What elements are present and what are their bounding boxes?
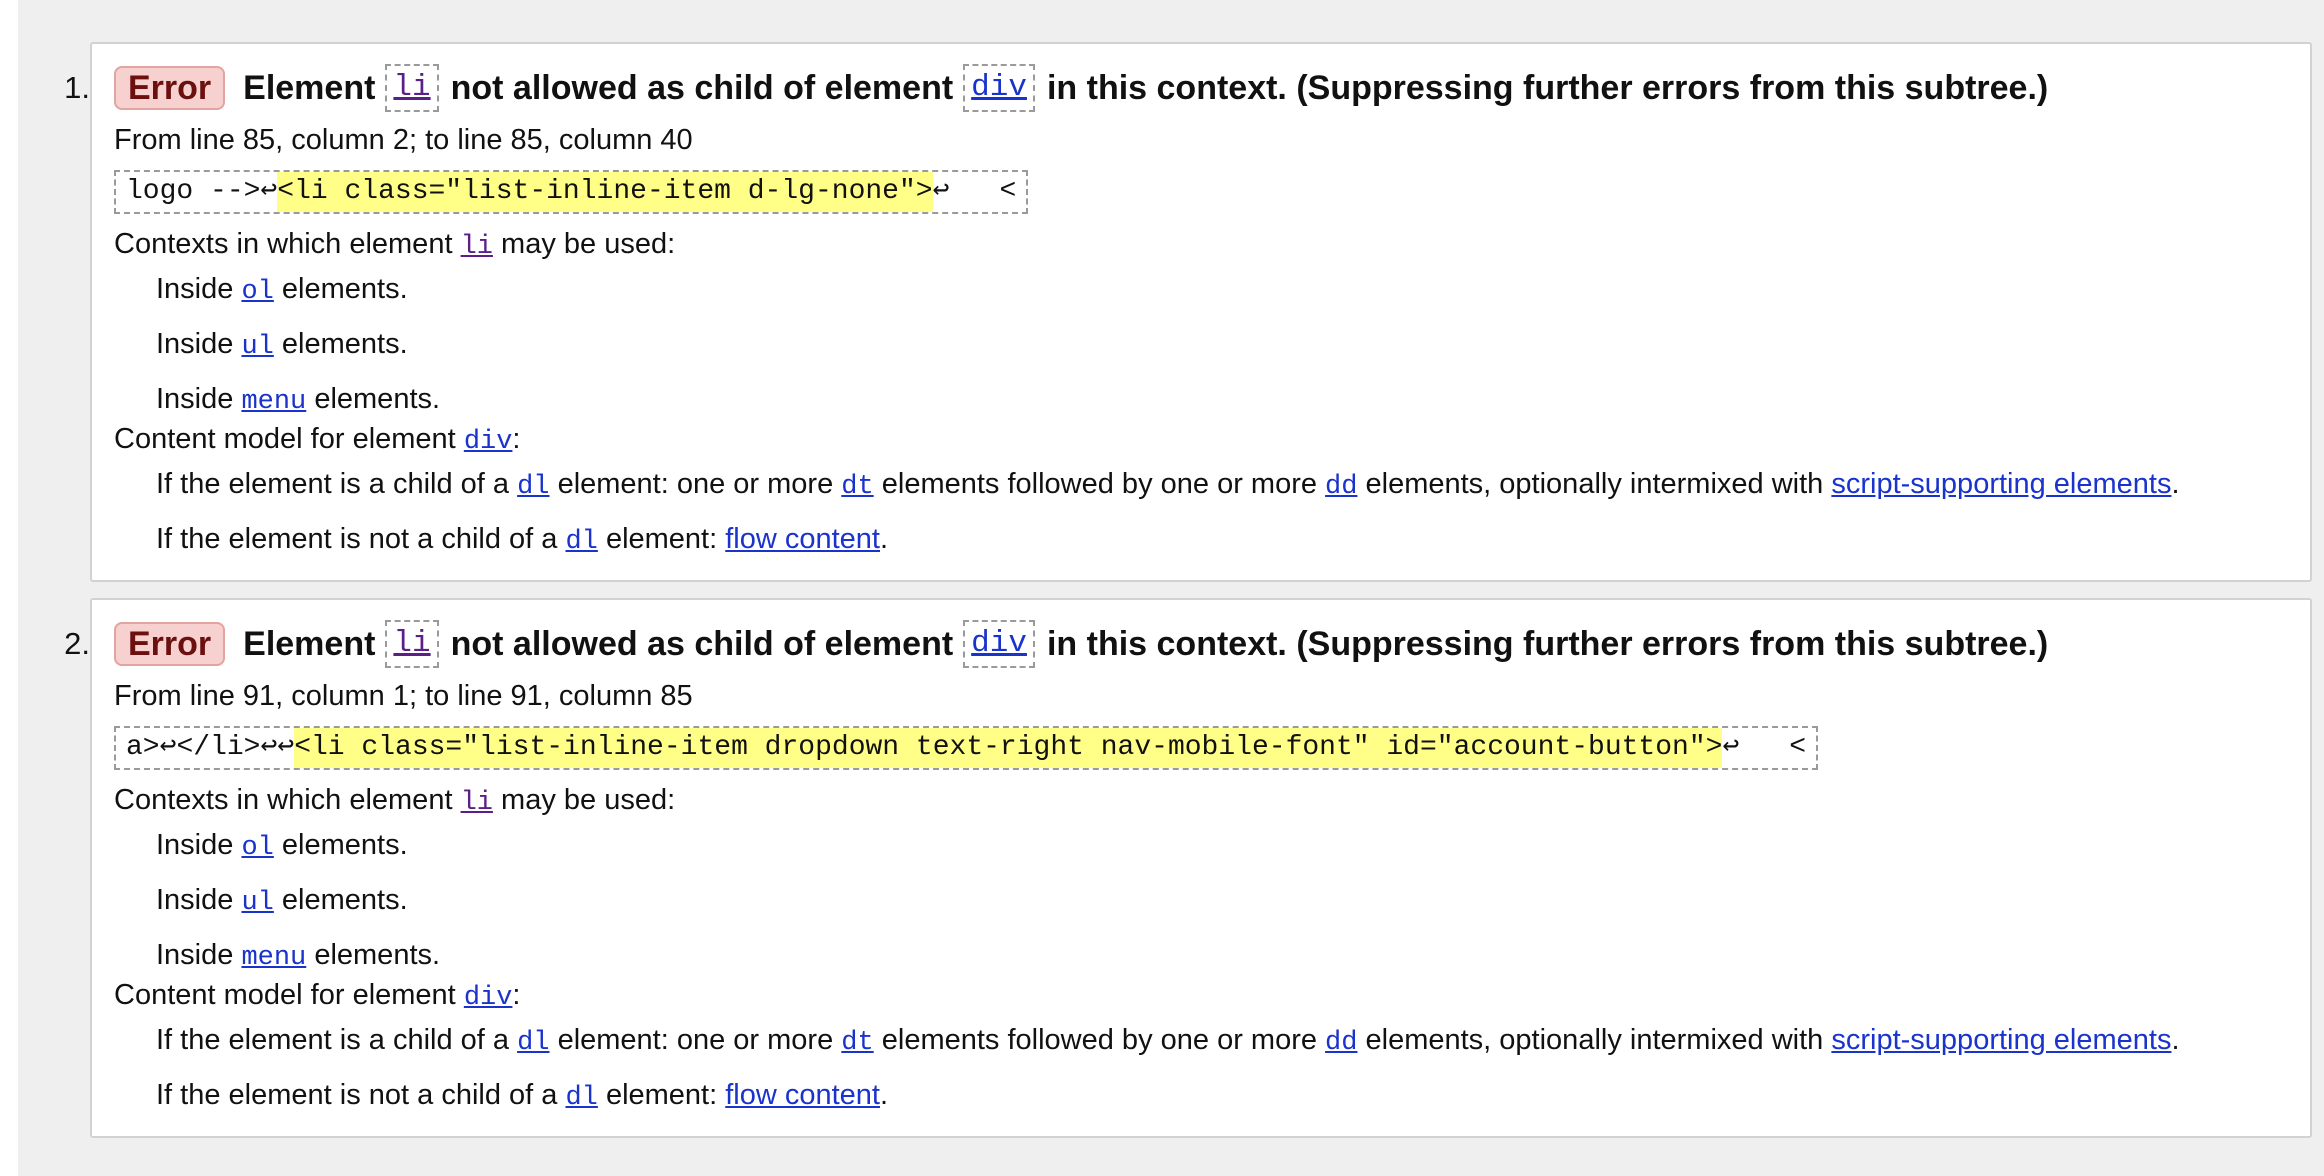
dl-element-link[interactable]: dl	[517, 472, 549, 502]
dl-element-link[interactable]: dl	[565, 1083, 597, 1113]
source-location: From line 85, column 2; to line 85, colu…	[114, 124, 693, 156]
heading-text: not allowed as child of element	[450, 625, 954, 663]
extract-after: ↩	[932, 176, 950, 207]
message-number: 1.	[64, 70, 90, 105]
validator-results: 1. Error Element li not allowed as child…	[18, 0, 2324, 1176]
script-supporting-elements-link[interactable]: script-supporting elements	[1831, 1024, 2171, 1056]
div-element-link[interactable]: div	[464, 983, 513, 1013]
parent-element-link[interactable]: div	[971, 70, 1027, 105]
context-item: Inside ol elements.	[156, 829, 408, 863]
extract-after: ↩	[1722, 732, 1740, 763]
flow-content-link[interactable]: flow content	[725, 523, 880, 555]
ol-element-link[interactable]: ol	[241, 833, 273, 863]
parent-element-code: div	[963, 620, 1035, 668]
parent-element-link[interactable]: div	[971, 626, 1027, 661]
child-element-link[interactable]: li	[393, 70, 430, 105]
dt-element-link[interactable]: dt	[841, 1028, 873, 1058]
context-item: Inside ul elements.	[156, 884, 408, 918]
ul-element-link[interactable]: ul	[241, 332, 273, 362]
menu-element-link[interactable]: menu	[241, 943, 306, 973]
message-number: 2.	[64, 626, 90, 661]
error-badge: Error	[114, 66, 226, 110]
content-model-heading: Content model for element div:	[114, 979, 521, 1013]
heading-text: in this context. (Suppressing further er…	[1046, 625, 2049, 663]
menu-element-link[interactable]: menu	[241, 387, 306, 417]
error-badge: Error	[114, 622, 226, 666]
flow-content-link[interactable]: flow content	[725, 1079, 880, 1111]
message-heading: Error Element li not allowed as child of…	[114, 620, 2058, 668]
extract-tail: <	[999, 176, 1017, 207]
div-element-link[interactable]: div	[464, 427, 513, 457]
extract-highlight: <li class="list-inline-item d-lg-none">	[277, 172, 933, 212]
context-item: Inside ol elements.	[156, 273, 408, 307]
script-supporting-elements-link[interactable]: script-supporting elements	[1831, 468, 2171, 500]
extract-highlight: <li class="list-inline-item dropdown tex…	[294, 728, 1723, 768]
extract-before: logo -->↩	[126, 176, 278, 207]
dd-element-link[interactable]: dd	[1325, 472, 1357, 502]
context-item: Inside menu elements.	[156, 383, 441, 417]
dd-element-link[interactable]: dd	[1325, 1028, 1357, 1058]
source-extract: logo -->↩ <li class="list-inline-item d-…	[114, 170, 1029, 214]
extract-before: a>↩</li>↩↩	[126, 732, 295, 763]
dl-element-link[interactable]: dl	[517, 1028, 549, 1058]
parent-element-code: div	[963, 64, 1035, 112]
child-element-code: li	[385, 64, 439, 112]
error-message: 2. Error Element li not allowed as child…	[64, 598, 2312, 1138]
li-element-link[interactable]: li	[461, 232, 493, 262]
li-element-link[interactable]: li	[461, 788, 493, 818]
heading-text: in this context. (Suppressing further er…	[1046, 69, 2049, 107]
dt-element-link[interactable]: dt	[841, 472, 873, 502]
message-heading: Error Element li not allowed as child of…	[114, 64, 2058, 112]
ul-element-link[interactable]: ul	[241, 888, 273, 918]
child-element-code: li	[385, 620, 439, 668]
content-model-rule: If the element is a child of a dl elemen…	[156, 468, 2180, 502]
heading-text: not allowed as child of element	[450, 69, 954, 107]
extract-tail: <	[1789, 732, 1807, 763]
content-model-rule: If the element is a child of a dl elemen…	[156, 1024, 2180, 1058]
contexts-heading: Contexts in which element li may be used…	[114, 228, 676, 262]
content-model-rule: If the element is not a child of a dl el…	[156, 1079, 889, 1113]
child-element-link[interactable]: li	[393, 626, 430, 661]
dl-element-link[interactable]: dl	[565, 527, 597, 557]
heading-text: Element	[243, 625, 376, 663]
contexts-heading: Contexts in which element li may be used…	[114, 784, 676, 818]
heading-text: Element	[243, 69, 376, 107]
source-extract: a>↩</li>↩↩ <li class="list-inline-item d…	[114, 726, 1819, 770]
context-item: Inside ul elements.	[156, 328, 408, 362]
ol-element-link[interactable]: ol	[241, 277, 273, 307]
context-item: Inside menu elements.	[156, 939, 441, 973]
error-message: 1. Error Element li not allowed as child…	[64, 42, 2312, 582]
content-model-rule: If the element is not a child of a dl el…	[156, 523, 889, 557]
source-location: From line 91, column 1; to line 91, colu…	[114, 680, 693, 712]
content-model-heading: Content model for element div:	[114, 423, 521, 457]
